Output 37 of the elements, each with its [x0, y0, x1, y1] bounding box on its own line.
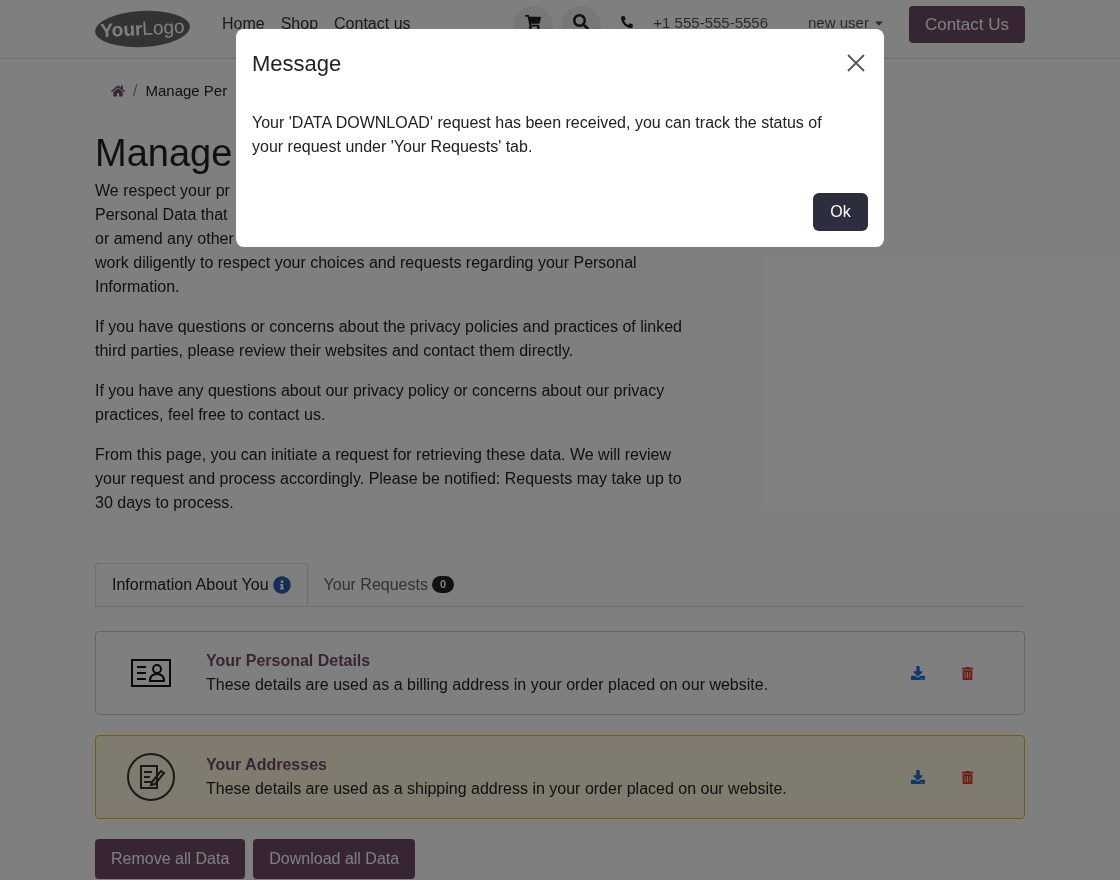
home-icon[interactable]: [111, 84, 125, 98]
phone-icon: [621, 16, 634, 28]
ok-button[interactable]: Ok: [813, 193, 868, 231]
phone-number: +1 555-555-5556: [653, 13, 769, 33]
delete-icon[interactable]: [961, 666, 974, 680]
id-card-icon: [130, 658, 172, 688]
download-icon[interactable]: [911, 666, 925, 680]
download-icon[interactable]: [911, 770, 925, 784]
paragraph-line: Personal Data that: [95, 205, 229, 225]
breadcrumb-separator: /: [133, 81, 138, 101]
paragraph-line: Information.: [95, 277, 181, 297]
delete-icon[interactable]: [961, 770, 974, 784]
paragraph: If you have questions or concerns about the privacy policies and practices of linked third parties, please review their websites and contact them directly.: [95, 317, 683, 361]
action-button[interactable]: Remove all Data: [95, 839, 246, 879]
card-description: These details are used as a billing address in your order placed on our website.: [206, 675, 769, 695]
action-button[interactable]: Download all Data: [253, 839, 416, 879]
contact-us-button[interactable]: Contact Us: [908, 6, 1025, 43]
cart-icon: [525, 14, 542, 30]
paragraph-line: work diligently to respect your choices and requests regarding your Personal: [95, 253, 638, 273]
card-description: These details are used as a shipping address in your order placed on our website.: [206, 779, 787, 799]
card-title: Your Personal Details: [206, 651, 372, 671]
page-title: Manage: [95, 131, 233, 176]
tab[interactable]: Information About You: [95, 563, 308, 606]
logo: YourLogo: [94, 8, 191, 50]
dialog-title: Message: [252, 49, 342, 78]
tab[interactable]: Your Requests 0: [307, 563, 471, 606]
document-edit-icon: [126, 752, 176, 802]
dialog-message: Your 'DATA DOWNLOAD' request has been received, you can track the status of your request under 'Your Requests' tab.: [252, 113, 823, 157]
paragraph-line: We respect your pr: [95, 181, 231, 201]
count-badge: 0: [431, 576, 455, 593]
paragraph-line: or amend any other: [95, 229, 235, 249]
search-icon: [573, 14, 590, 30]
card-title: Your Addresses: [206, 755, 328, 775]
breadcrumb-item: Manage Per: [145, 80, 228, 101]
paragraph: If you have any questions about our privacy policy or concerns about our privacy practices, feel free to contact us.: [95, 381, 666, 425]
info-icon: [272, 575, 291, 594]
paragraph: From this page, you can initiate a request for retrieving these data. We will review your request and process accordingly. Please be notified: Requests may take up to 30 days to process.: [95, 445, 683, 513]
